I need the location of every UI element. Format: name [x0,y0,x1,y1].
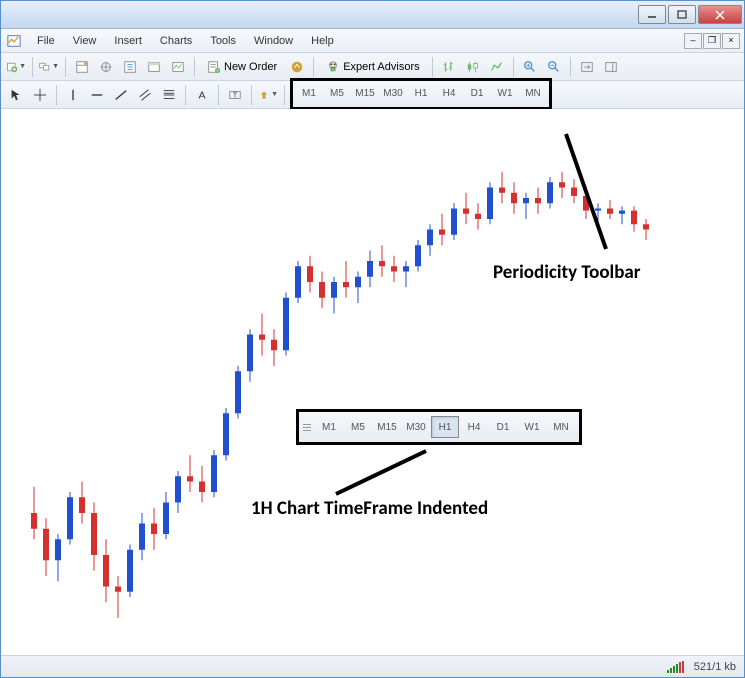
new-order-label: New Order [224,61,277,73]
candlestick-chart-button[interactable] [462,56,484,78]
connection-status-text: 521/1 kb [694,661,736,673]
timeframe-h4-button-float[interactable]: H4 [460,416,488,438]
timeframe-m30-button[interactable]: M30 [379,83,407,105]
timeframe-w1-button[interactable]: W1 [491,83,519,105]
market-watch-button[interactable] [71,56,93,78]
timeframe-m30-button-float[interactable]: M30 [402,416,430,438]
annotation-arrow [556,129,616,259]
text-button[interactable]: A [191,84,213,106]
title-bar [1,1,744,29]
arrows-button[interactable]: ▼ [257,84,279,106]
mdi-restore-button[interactable]: ❐ [703,33,721,49]
application-window: File View Insert Charts Tools Window Hel… [0,0,745,678]
cursor-button[interactable] [5,84,27,106]
navigator-button[interactable] [95,56,117,78]
toolbar-separator [56,85,57,105]
toolbar-separator [284,85,285,105]
svg-text:+: + [216,68,219,73]
menu-charts[interactable]: Charts [152,32,200,50]
timeframe-mn-button[interactable]: MN [519,83,547,105]
timeframe-m5-button-float[interactable]: M5 [344,416,372,438]
chart-shift-button[interactable] [600,56,622,78]
toolbar-grip-icon[interactable] [303,416,311,438]
chart-area[interactable]: Periodicity Toolbar M1 M5 M15 M30 H1 H4 … [1,109,744,655]
equidistant-channel-button[interactable] [134,84,156,106]
crosshair-button[interactable] [29,84,51,106]
data-window-button[interactable] [119,56,141,78]
toolbar-separator [194,57,195,77]
dropdown-arrow-icon: ▼ [52,63,59,70]
toolbar-separator [513,57,514,77]
timeframe-h1-button[interactable]: H1 [407,83,435,105]
new-order-button[interactable]: + New Order [200,56,284,78]
mdi-minimize-button[interactable]: – [684,33,702,49]
svg-text:A: A [198,89,205,101]
new-chart-button[interactable]: ▼ [5,56,27,78]
mdi-close-button[interactable]: × [722,33,740,49]
window-maximize-button[interactable] [668,5,696,24]
metaquotes-button[interactable] [286,56,308,78]
status-bar: 521/1 kb [1,655,744,677]
strategy-tester-button[interactable] [167,56,189,78]
timeframe-m1-button[interactable]: M1 [295,83,323,105]
menu-help[interactable]: Help [303,32,342,50]
timeframe-d1-button-float[interactable]: D1 [489,416,517,438]
vertical-line-button[interactable] [62,84,84,106]
toolbar-separator [218,85,219,105]
annotation-h1-indented-label: 1H Chart TimeFrame Indented [251,497,488,520]
mdi-controls: – ❐ × [684,33,740,49]
periodicity-toolbar-highlighted: M1 M5 M15 M30 H1 H4 D1 W1 MN [290,78,552,110]
auto-scroll-button[interactable] [576,56,598,78]
timeframe-h4-button[interactable]: H4 [435,83,463,105]
text-label-button[interactable]: T [224,84,246,106]
zoom-in-button[interactable] [519,56,541,78]
toolbar-separator [185,85,186,105]
profiles-button[interactable]: ▼ [38,56,60,78]
timeframe-m1-button-float[interactable]: M1 [315,416,343,438]
toolbar-separator [432,57,433,77]
line-chart-button[interactable] [486,56,508,78]
dropdown-arrow-icon: ▼ [19,63,26,70]
window-minimize-button[interactable] [638,5,666,24]
menu-window[interactable]: Window [246,32,301,50]
timeframe-m15-button-float[interactable]: M15 [373,416,401,438]
fibonacci-button[interactable] [158,84,180,106]
expert-advisors-button[interactable]: Expert Advisors [319,56,426,78]
window-close-button[interactable] [698,5,742,24]
dropdown-arrow-icon: ▼ [271,91,278,98]
bar-chart-button[interactable] [438,56,460,78]
line-studies-toolbar: A T ▼ M1 M5 M15 M30 H1 H4 D1 W1 MN [1,81,744,109]
svg-text:T: T [233,92,238,99]
menu-bar: File View Insert Charts Tools Window Hel… [1,29,744,53]
menu-view[interactable]: View [65,32,105,50]
timeframe-h1-button-float[interactable]: H1 [431,416,459,438]
trendline-button[interactable] [110,84,132,106]
timeframe-m15-button[interactable]: M15 [351,83,379,105]
connection-strength-icon [667,661,684,673]
menu-insert[interactable]: Insert [106,32,150,50]
timeframe-mn-button-float[interactable]: MN [547,416,575,438]
timeframe-m5-button[interactable]: M5 [323,83,351,105]
annotation-arrow-2 [316,446,436,501]
candlestick-chart [1,109,744,655]
toolbar-separator [65,57,66,77]
toolbar-separator [32,57,33,77]
annotation-periodicity-label: Periodicity Toolbar [493,261,641,284]
expert-advisors-label: Expert Advisors [343,61,419,73]
menu-file[interactable]: File [29,32,63,50]
toolbar-separator [570,57,571,77]
menu-tools[interactable]: Tools [202,32,244,50]
timeframe-d1-button[interactable]: D1 [463,83,491,105]
zoom-out-button[interactable] [543,56,565,78]
timeframe-w1-button-float[interactable]: W1 [518,416,546,438]
toolbar-separator [251,85,252,105]
app-icon [5,32,23,50]
terminal-button[interactable] [143,56,165,78]
toolbar-separator [313,57,314,77]
periodicity-toolbar-floating: M1 M5 M15 M30 H1 H4 D1 W1 MN [296,409,582,445]
horizontal-line-button[interactable] [86,84,108,106]
